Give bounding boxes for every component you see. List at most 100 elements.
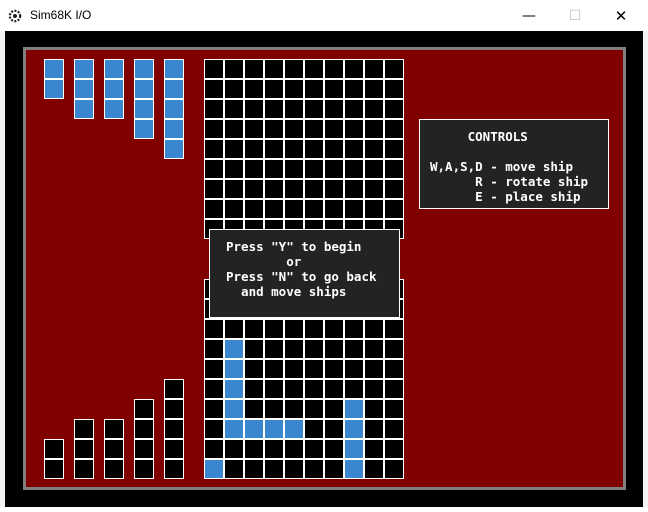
player-grid-cell bbox=[284, 459, 304, 479]
player-grid-cell bbox=[324, 339, 344, 359]
player-grid-cell bbox=[304, 439, 324, 459]
target-grid-cell bbox=[224, 179, 244, 199]
close-button[interactable]: ✕ bbox=[598, 0, 644, 31]
player-grid-cell bbox=[244, 359, 264, 379]
target-grid-cell bbox=[224, 159, 244, 179]
target-grid-cell bbox=[384, 159, 404, 179]
fleet-ship-cell bbox=[44, 59, 64, 79]
player-grid-cell bbox=[344, 339, 364, 359]
controls-panel: CONTROLS W,A,S,D - move ship R - rotate … bbox=[419, 119, 609, 209]
ship-cell bbox=[344, 459, 364, 479]
fleet-ship-cell bbox=[134, 79, 154, 99]
target-grid-cell bbox=[324, 99, 344, 119]
ship-cell bbox=[284, 419, 304, 439]
target-grid-cell bbox=[244, 79, 264, 99]
player-grid-cell bbox=[204, 399, 224, 419]
player-grid-cell bbox=[204, 359, 224, 379]
prompt-text: Press "Y" to begin or Press "N" to go ba… bbox=[226, 239, 377, 299]
target-grid-cell bbox=[244, 119, 264, 139]
target-grid-cell bbox=[244, 159, 264, 179]
player-grid-cell bbox=[384, 399, 404, 419]
target-grid-cell bbox=[384, 119, 404, 139]
target-grid-cell bbox=[284, 79, 304, 99]
player-grid-cell bbox=[264, 359, 284, 379]
ship-cell bbox=[244, 419, 264, 439]
ship-cell bbox=[344, 419, 364, 439]
target-grid-cell bbox=[224, 199, 244, 219]
target-grid-cell bbox=[204, 59, 224, 79]
player-grid-cell bbox=[244, 459, 264, 479]
player-grid-cell bbox=[244, 319, 264, 339]
target-grid-cell bbox=[264, 139, 284, 159]
target-grid-cell bbox=[384, 199, 404, 219]
target-grid-cell bbox=[344, 59, 364, 79]
player-grid-cell bbox=[204, 319, 224, 339]
target-grid-cell bbox=[244, 179, 264, 199]
fleet-slot-cell bbox=[44, 439, 64, 459]
fleet-ship-cell bbox=[164, 139, 184, 159]
target-grid-cell bbox=[244, 199, 264, 219]
fleet-ship-cell bbox=[134, 59, 154, 79]
target-grid-cell bbox=[224, 59, 244, 79]
player-grid-cell bbox=[384, 339, 404, 359]
player-grid-cell bbox=[224, 439, 244, 459]
player-grid-cell bbox=[344, 319, 364, 339]
fleet-slot-cell bbox=[104, 459, 124, 479]
fleet-ship-cell bbox=[164, 99, 184, 119]
target-grid-cell bbox=[264, 99, 284, 119]
target-grid-cell bbox=[364, 139, 384, 159]
player-grid-cell bbox=[324, 419, 344, 439]
target-grid-cell bbox=[204, 79, 224, 99]
target-grid-cell bbox=[324, 59, 344, 79]
target-grid-cell bbox=[304, 179, 324, 199]
target-grid-cell bbox=[344, 179, 364, 199]
target-grid-cell bbox=[284, 119, 304, 139]
fleet-ship-cell bbox=[104, 79, 124, 99]
player-grid-cell bbox=[264, 339, 284, 359]
target-grid-cell bbox=[264, 59, 284, 79]
target-grid-cell bbox=[344, 199, 364, 219]
ship-cell bbox=[224, 339, 244, 359]
fleet-slot-cell bbox=[134, 439, 154, 459]
target-grid-cell bbox=[224, 99, 244, 119]
target-grid-cell bbox=[264, 119, 284, 139]
target-grid-cell bbox=[364, 59, 384, 79]
target-grid-cell bbox=[304, 199, 324, 219]
target-grid-cell bbox=[284, 199, 304, 219]
player-grid-cell bbox=[244, 439, 264, 459]
target-grid-cell bbox=[224, 139, 244, 159]
player-grid-cell bbox=[384, 459, 404, 479]
target-grid-cell bbox=[324, 79, 344, 99]
player-grid-cell bbox=[324, 359, 344, 379]
player-grid-cell bbox=[364, 459, 384, 479]
fleet-ship-cell bbox=[164, 119, 184, 139]
target-grid-cell bbox=[304, 139, 324, 159]
target-grid-cell bbox=[384, 139, 404, 159]
player-grid-cell bbox=[344, 359, 364, 379]
confirm-prompt: Press "Y" to begin or Press "N" to go ba… bbox=[209, 229, 400, 318]
minimize-button[interactable]: — bbox=[506, 0, 552, 31]
target-grid-cell bbox=[284, 59, 304, 79]
player-grid-cell bbox=[384, 439, 404, 459]
fleet-slot-cell bbox=[74, 439, 94, 459]
player-grid-cell bbox=[364, 379, 384, 399]
fleet-slot-cell bbox=[164, 379, 184, 399]
fleet-ship-cell bbox=[104, 99, 124, 119]
ship-cell bbox=[264, 419, 284, 439]
player-grid-cell bbox=[324, 399, 344, 419]
target-grid-cell bbox=[304, 159, 324, 179]
target-grid-cell bbox=[364, 99, 384, 119]
fleet-ship-cell bbox=[134, 119, 154, 139]
target-grid-cell bbox=[364, 179, 384, 199]
maximize-button[interactable]: ☐ bbox=[552, 0, 598, 31]
ship-cell bbox=[224, 419, 244, 439]
fleet-ship-cell bbox=[134, 99, 154, 119]
fleet-slot-cell bbox=[74, 459, 94, 479]
target-grid-cell bbox=[264, 179, 284, 199]
target-grid-cell bbox=[364, 159, 384, 179]
player-grid-cell bbox=[304, 419, 324, 439]
controls-text: CONTROLS W,A,S,D - move ship R - rotate … bbox=[430, 129, 589, 204]
target-grid-cell bbox=[284, 99, 304, 119]
player-grid-cell bbox=[304, 379, 324, 399]
ship-cell bbox=[344, 439, 364, 459]
